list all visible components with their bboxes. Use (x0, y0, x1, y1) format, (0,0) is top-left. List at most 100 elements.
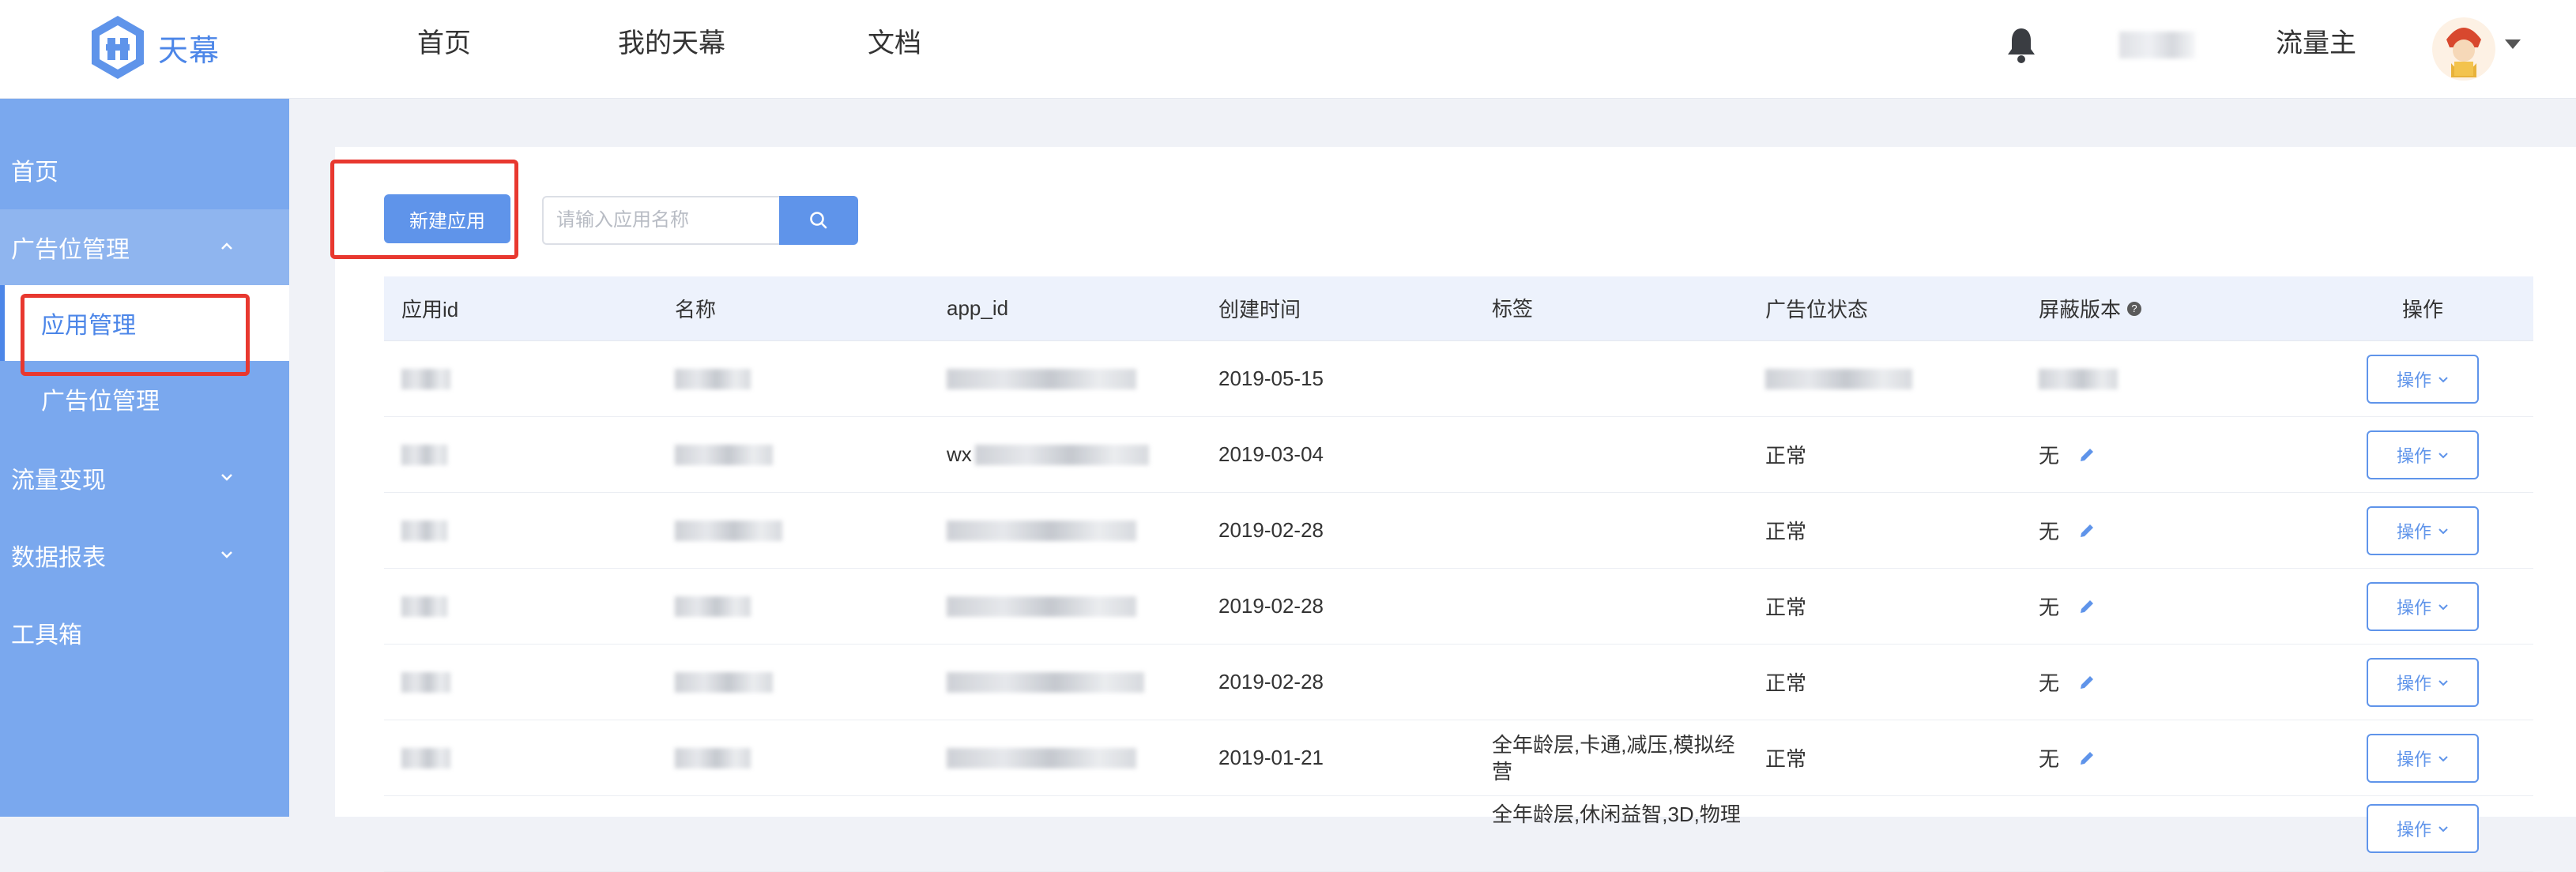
username-blurred[interactable] (2119, 32, 2195, 58)
row-action-dropdown[interactable]: 操作 (2367, 657, 2479, 707)
table-row: 2019-02-28 正常 无 操作 (384, 645, 2533, 720)
cell-blocked-version: 无 (2039, 743, 2097, 772)
bell-icon[interactable] (2005, 25, 2037, 65)
row-action-dropdown[interactable]: 操作 (2367, 581, 2479, 631)
cell-app-id-blurred (401, 671, 450, 693)
cell-name-blurred (675, 368, 751, 389)
cell-appid-blurred (947, 520, 1136, 541)
chevron-down-icon (2439, 755, 2448, 761)
col-header-actions: 操作 (2401, 298, 2443, 321)
sidebar-item-label: 广告位管理 (41, 389, 160, 415)
table-row: 2019-05-15 操作 (384, 341, 2533, 417)
chevron-down-icon (221, 551, 232, 558)
cell-app-id-blurred (401, 596, 447, 617)
highlight-box-sidebar (21, 294, 250, 376)
cell-blocked-version: 无 (2039, 667, 2097, 697)
cell-appid-blurred (947, 747, 1136, 769)
cell-appid: wx (947, 442, 1149, 467)
cell-name-blurred (675, 747, 751, 769)
cell-actions: 操作 (2304, 657, 2541, 707)
sidebar-group-reports[interactable]: 数据报表 (0, 517, 289, 593)
edit-icon[interactable] (2077, 672, 2097, 693)
action-label: 操作 (2396, 521, 2431, 542)
sidebar-item-label: 工具箱 (11, 622, 82, 648)
avatar[interactable] (2431, 16, 2497, 82)
chevron-up-icon (221, 242, 232, 250)
cell-version-blurred (2039, 368, 2118, 389)
cell-actions: 操作 (2304, 804, 2541, 853)
cell-created: 2019-01-21 (1218, 746, 1324, 769)
cell-name-blurred (675, 520, 782, 541)
sidebar-item-toolbox[interactable]: 工具箱 (0, 595, 289, 671)
col-header-blocked-version: 屏蔽版本 ? (2039, 294, 2142, 323)
cell-name-blurred (675, 444, 773, 465)
cell-status: 正常 (1765, 520, 1807, 543)
row-action-dropdown[interactable]: 操作 (2367, 430, 2479, 479)
version-value: 无 (2039, 596, 2060, 619)
row-action-dropdown[interactable]: 操作 (2367, 804, 2479, 853)
table-row: wx 2019-03-04 正常 无 操作 (384, 417, 2533, 493)
cell-app-id-blurred (401, 520, 447, 541)
sidebar-group-monetization[interactable]: 流量变现 (0, 440, 289, 516)
action-label: 操作 (2396, 749, 2431, 769)
sidebar-item-home[interactable]: 首页 (0, 132, 289, 208)
nav-home[interactable]: 首页 (417, 25, 471, 62)
col-header-blocked-version-label: 屏蔽版本 (2039, 298, 2122, 321)
action-label: 操作 (2396, 445, 2431, 466)
edit-icon[interactable] (2077, 596, 2097, 617)
top-header: 天幕 首页 我的天幕 文档 流量主 (0, 0, 2576, 99)
search-input[interactable] (542, 196, 779, 245)
chevron-down-icon (2439, 603, 2448, 610)
sidebar-item-label: 首页 (11, 160, 58, 186)
row-action-dropdown[interactable]: 操作 (2367, 733, 2479, 783)
cell-appid-blurred (947, 368, 1136, 389)
row-action-dropdown[interactable]: 操作 (2367, 506, 2479, 555)
cell-status: 正常 (1765, 444, 1807, 468)
cell-blocked-version: 无 (2039, 592, 2097, 621)
edit-icon[interactable] (2077, 445, 2097, 465)
cell-name-blurred (675, 596, 751, 617)
cell-actions: 操作 (2304, 581, 2541, 631)
search-icon (810, 212, 827, 229)
row-action-dropdown[interactable]: 操作 (2367, 354, 2479, 404)
col-header-created: 创建时间 (1218, 298, 1301, 321)
logo[interactable]: 天幕 (89, 14, 220, 81)
sidebar-item-label: 数据报表 (11, 545, 106, 571)
nav-my-tianmu[interactable]: 我的天幕 (618, 25, 725, 62)
version-value: 无 (2039, 520, 2060, 543)
cell-app-id-blurred (401, 368, 450, 389)
cell-appid-blurred (947, 596, 1136, 617)
action-label: 操作 (2396, 597, 2431, 618)
highlight-box-new-app (330, 160, 518, 259)
cell-status: 正常 (1765, 596, 1807, 619)
action-label: 操作 (2396, 673, 2431, 693)
cell-actions: 操作 (2304, 506, 2541, 555)
user-role: 流量主 (2276, 28, 2356, 58)
nav-docs[interactable]: 文档 (868, 25, 921, 62)
table-header: 应用id 名称 app_id 创建时间 标签 广告位状态 屏蔽版本 ? 操作 (384, 276, 2533, 341)
cell-created: 2019-02-28 (1218, 518, 1324, 542)
caret-down-icon[interactable] (2505, 39, 2521, 49)
sidebar-item-label: 广告位管理 (11, 237, 130, 263)
cell-actions: 操作 (2304, 354, 2541, 404)
cell-appid-blurred (947, 671, 1144, 693)
action-label: 操作 (2396, 370, 2431, 390)
cell-status: 正常 (1765, 671, 1807, 695)
cell-created: 2019-05-15 (1218, 366, 1324, 390)
table-row: 2019-02-28 正常 无 操作 (384, 493, 2533, 569)
edit-icon[interactable] (2077, 748, 2097, 769)
version-value: 无 (2039, 747, 2060, 771)
cell-app-id-blurred (401, 747, 450, 769)
cell-blocked-version: 无 (2039, 440, 2097, 469)
chevron-down-icon (2439, 826, 2448, 833)
table-row: 2019-02-28 正常 无 操作 (384, 569, 2533, 645)
cell-status-blurred (1765, 368, 1912, 389)
logo-text: 天幕 (158, 34, 220, 68)
cell-name-blurred (675, 671, 773, 693)
sidebar-group-ad-management[interactable]: 广告位管理 (0, 209, 289, 285)
edit-icon[interactable] (2077, 521, 2097, 541)
version-value: 无 (2039, 444, 2060, 468)
cell-status: 正常 (1765, 747, 1807, 771)
search-button[interactable] (779, 196, 858, 245)
help-icon[interactable]: ? (2127, 301, 2142, 316)
